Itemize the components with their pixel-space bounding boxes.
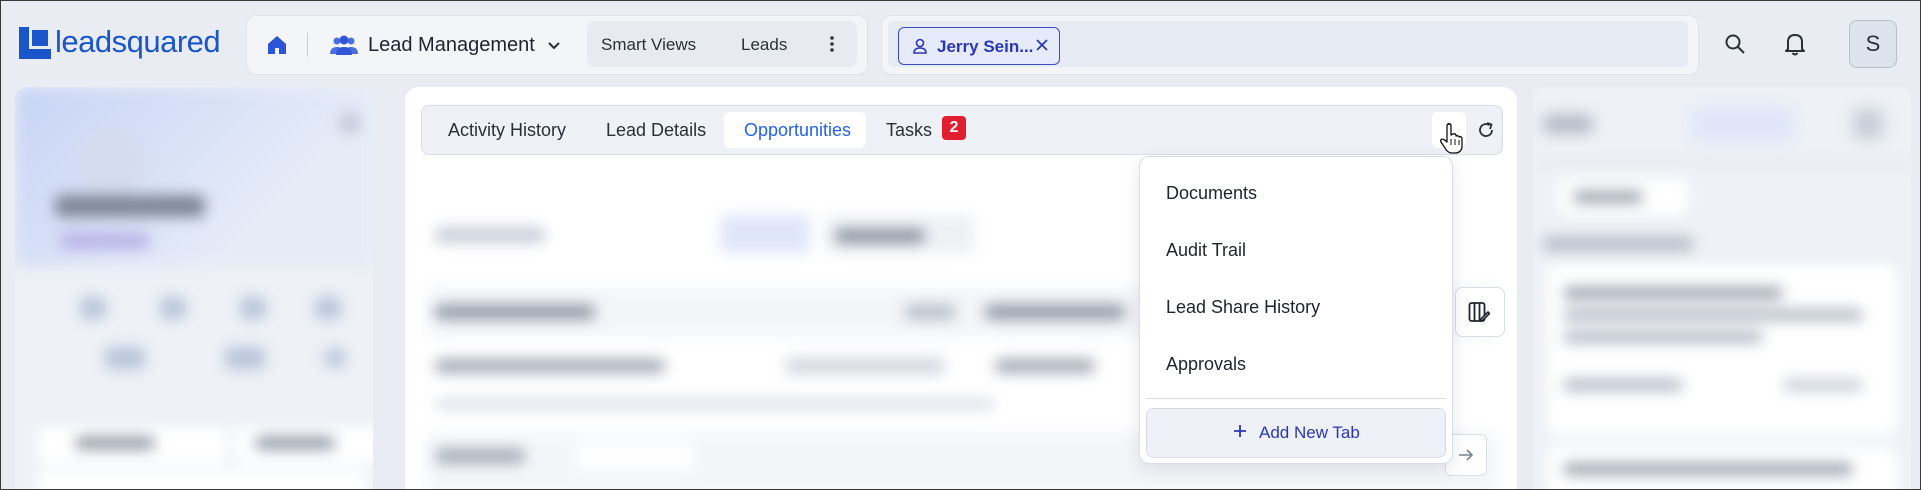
nav-tab-leads[interactable]: Leads [741, 35, 787, 55]
chip-label: Jerry Sein... [937, 37, 1034, 56]
menu-divider [1146, 398, 1446, 399]
lead-tabs: Activity History Lead Details Opportunit… [421, 105, 1503, 155]
user-icon [913, 38, 927, 54]
tab-opportunities[interactable]: Opportunities [724, 112, 866, 148]
menu-item-approvals[interactable]: Approvals [1166, 354, 1246, 375]
activity-side-panel [1533, 87, 1911, 489]
lead-profile-panel [15, 87, 373, 489]
menu-item-lead-share-history[interactable]: Lead Share History [1166, 297, 1320, 318]
more-tabs-menu: Documents Audit Trail Lead Share History… [1139, 156, 1453, 464]
tab-activity-history[interactable]: Activity History [448, 120, 566, 141]
nav-tab-smart-views[interactable]: Smart Views [601, 35, 696, 55]
add-new-tab-label: Add New Tab [1259, 423, 1360, 442]
leadsquared-logo[interactable]: leadsquared [19, 23, 221, 63]
menu-item-audit-trail[interactable]: Audit Trail [1166, 240, 1246, 261]
plus-icon [1234, 425, 1246, 437]
add-new-tab-button[interactable]: Add New Tab [1146, 408, 1446, 458]
main-navigation: Lead Management Smart Views Leads [246, 15, 868, 75]
module-label: Lead Management [368, 34, 535, 56]
arrow-right-icon [1459, 449, 1474, 461]
app-window: leadsquared Lead Management Smart Views … [0, 0, 1921, 490]
manage-columns-button[interactable] [1455, 287, 1505, 337]
bell-icon[interactable] [1783, 31, 1807, 57]
logo-mark-icon [19, 27, 51, 59]
tab-tasks[interactable]: Tasks [886, 120, 932, 141]
chevron-down-icon [548, 42, 560, 50]
mouse-cursor-icon [1440, 123, 1463, 154]
home-icon[interactable] [265, 33, 289, 57]
tasks-count-badge: 2 [942, 116, 966, 140]
close-icon[interactable] [1035, 38, 1049, 52]
search-icon[interactable] [1723, 32, 1747, 56]
tab-lead-details[interactable]: Lead Details [606, 120, 706, 141]
manage-columns-icon [1468, 302, 1490, 322]
lead-chip[interactable]: Jerry Sein... [898, 27, 1060, 65]
global-search-bar[interactable]: Jerry Sein... [881, 15, 1699, 75]
logo-text: leadsquared [55, 24, 221, 59]
search-field[interactable]: Jerry Sein... [888, 21, 1688, 67]
menu-item-documents[interactable]: Documents [1166, 183, 1257, 204]
tab-opportunities-label: Opportunities [744, 120, 852, 140]
users-icon [330, 35, 358, 55]
avatar[interactable]: S [1849, 20, 1897, 68]
nav-divider [307, 33, 308, 57]
refresh-icon[interactable] [1476, 120, 1496, 140]
nav-tabs: Smart Views Leads [587, 21, 857, 67]
kebab-icon[interactable] [829, 35, 835, 53]
